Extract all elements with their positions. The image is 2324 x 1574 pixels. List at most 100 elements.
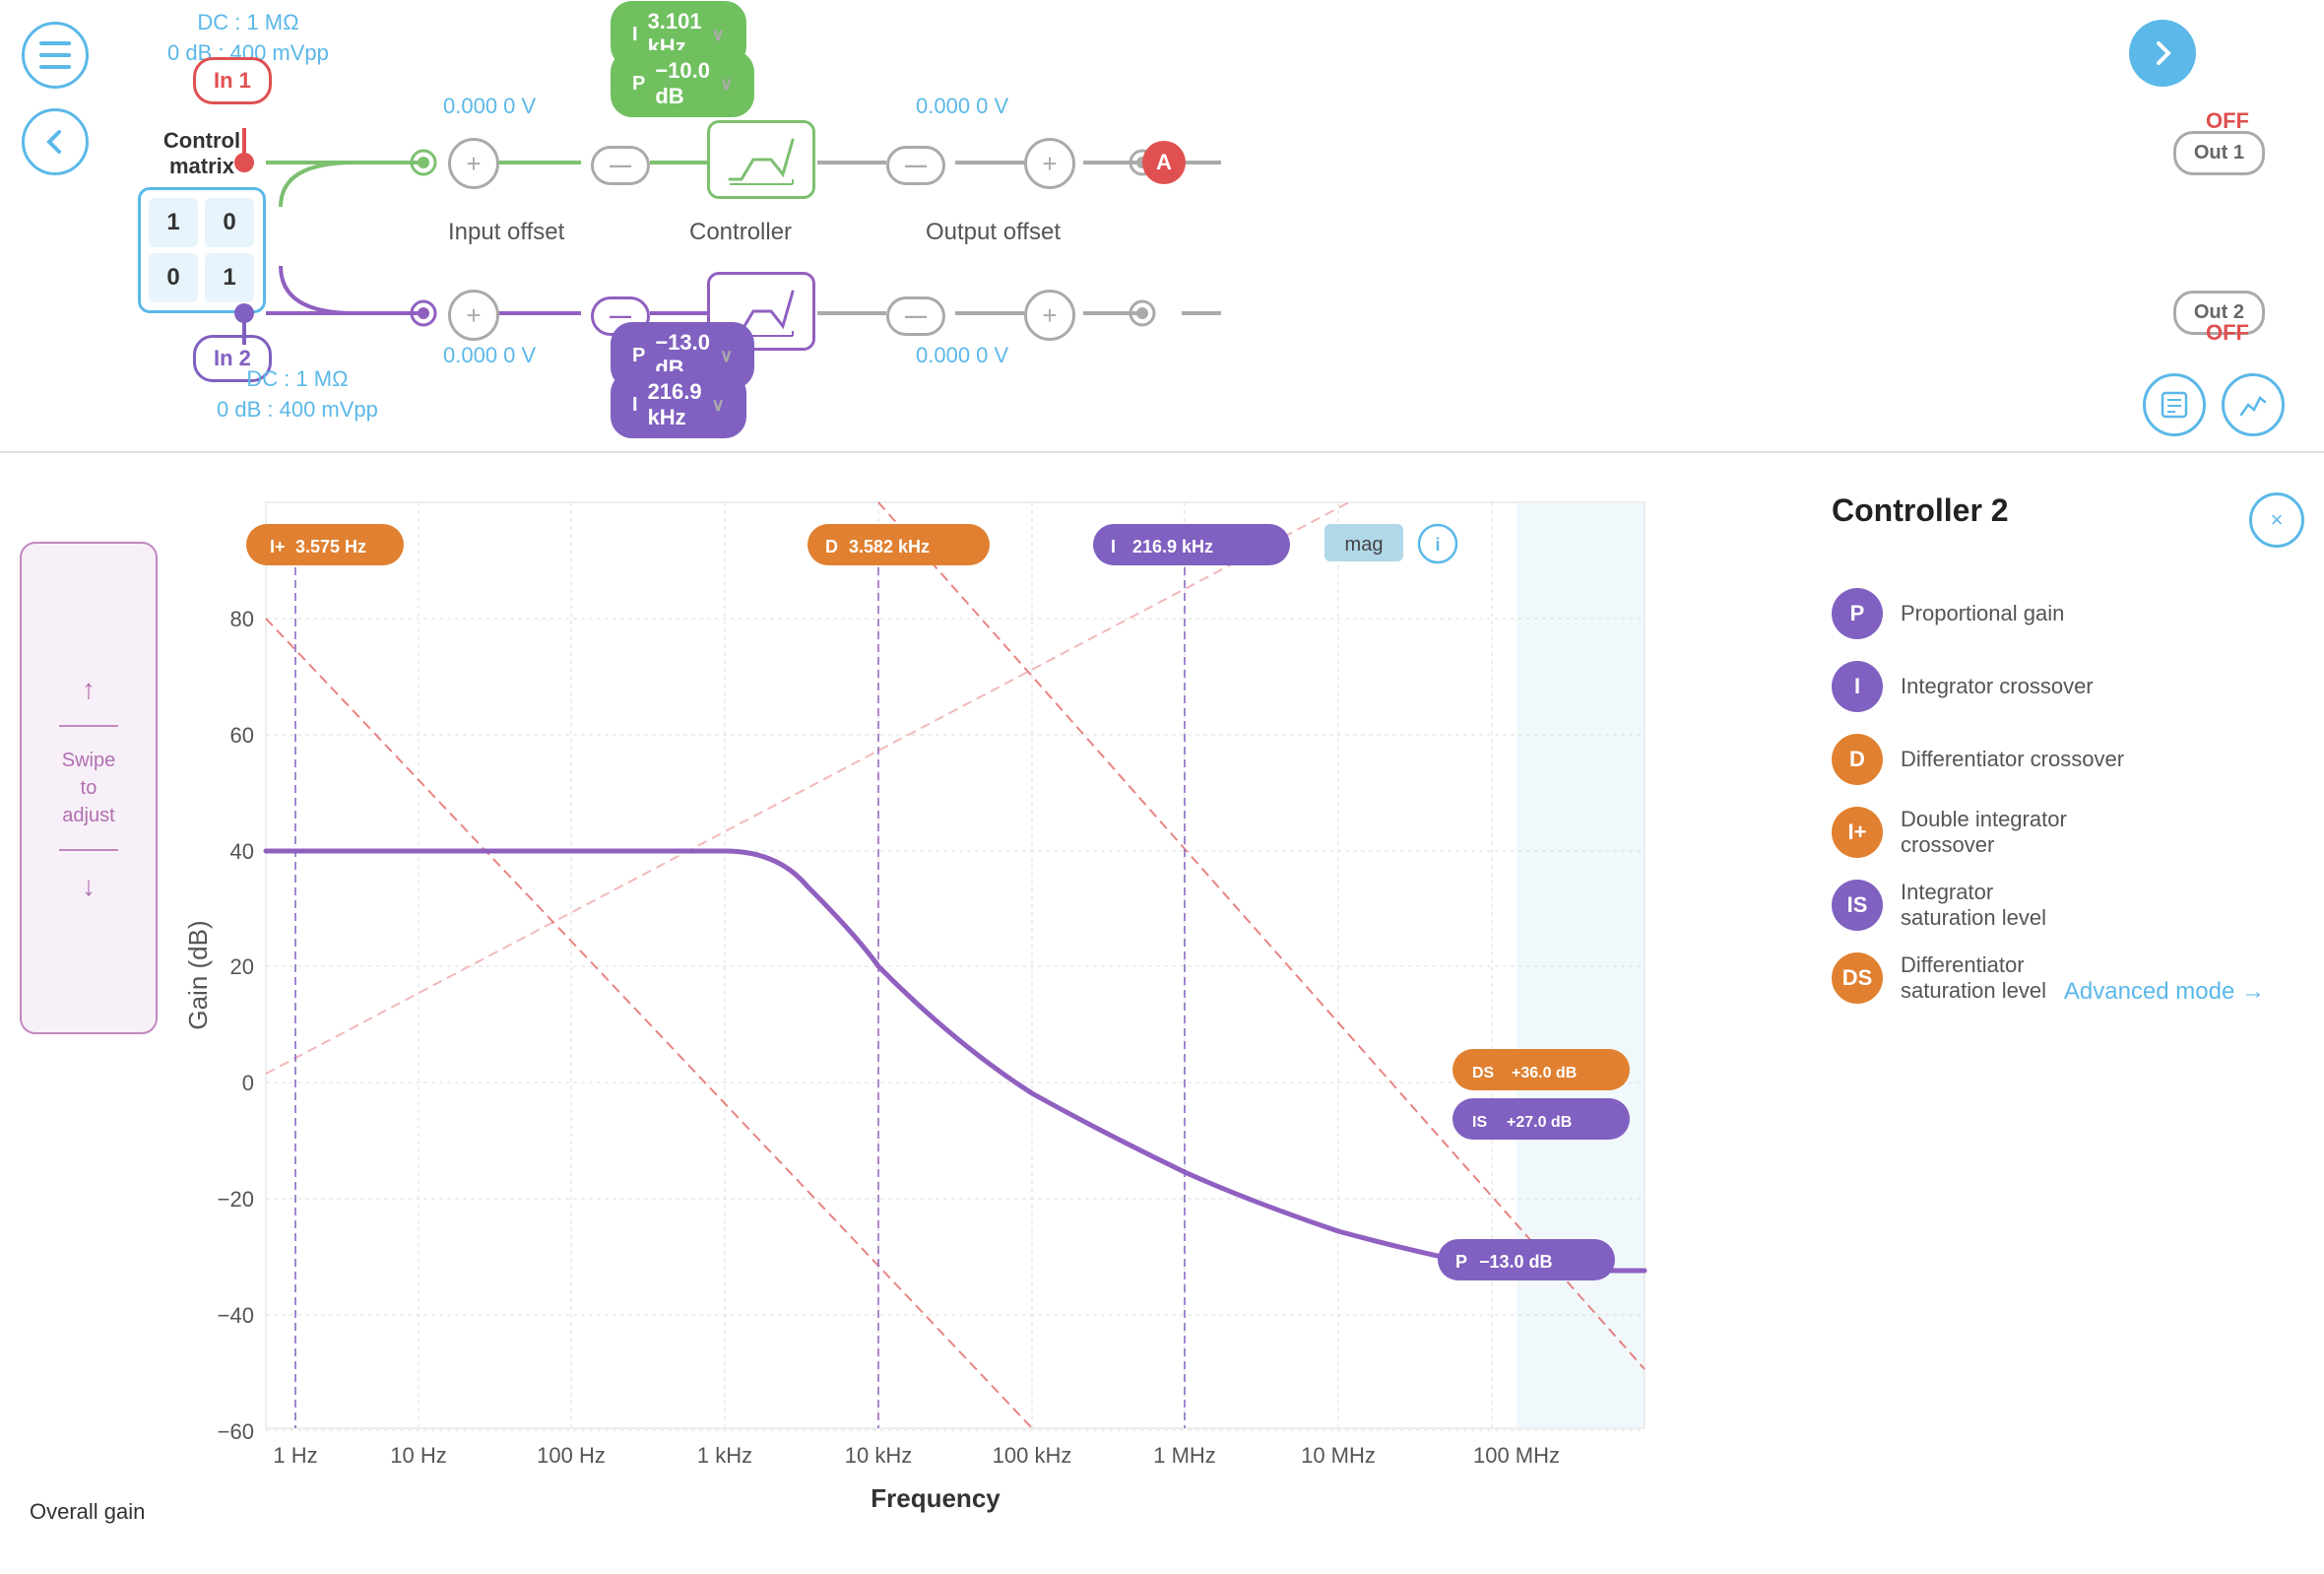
matrix-cell-10[interactable]: 0 [149,253,198,302]
matrix-box[interactable]: 1 0 0 1 [138,187,266,313]
minus-green[interactable]: — [591,146,650,185]
swipe-down-arrow[interactable]: ↓ [82,871,96,902]
svg-text:−13.0 dB: −13.0 dB [1479,1252,1553,1272]
advanced-mode-link[interactable]: Advanced mode → [2064,978,2265,1006]
legend-badge-d: D [1832,734,1883,785]
ch2-freq-dropdown[interactable]: ∨ [712,395,725,416]
swipe-up-arrow[interactable]: ↑ [82,674,96,705]
legend-text-is: Integratorsaturation level [1901,880,2046,931]
minus-output-purple[interactable]: — [886,296,945,336]
ch2-gain-row: × P −13.0 dB ∨ [611,343,623,368]
volt-input-bot: 0.000 0 V [443,343,536,368]
swipe-panel[interactable]: ↑ Swipe to adjust ↓ [20,542,158,1034]
svg-text:I: I [1111,537,1116,557]
bode-chart-svg: Gain (dB) 80 60 40 20 0 −20 −40 −60 1 Hz… [167,483,1841,1517]
ch2-freq-badge[interactable]: I 216.9 kHz ∨ [611,371,746,438]
svg-text:100 Hz: 100 Hz [537,1443,606,1468]
svg-text:−20: −20 [218,1187,254,1212]
svg-text:216.9 kHz: 216.9 kHz [1132,537,1213,557]
minus-output-green[interactable]: — [886,146,945,185]
controller-label: Controller [689,219,792,246]
svg-text:+27.0 dB: +27.0 dB [1507,1114,1572,1131]
svg-text:80: 80 [230,607,254,631]
out1-node[interactable]: Out 1 [2173,131,2265,175]
svg-text:10 kHz: 10 kHz [845,1443,912,1468]
legend-text-iplus: Double integratorcrossover [1901,807,2067,858]
ch1-gain-badge[interactable]: P −10.0 dB ∨ [611,50,754,117]
volt-input-top: 0.000 0 V [443,94,536,119]
matrix-cell-01[interactable]: 0 [205,198,254,247]
control-matrix-label: Controlmatrix [138,128,266,179]
dc-label-bottom: DC : 1 MΩ 0 dB : 400 mVpp [217,364,378,426]
in1-node[interactable]: In 1 [193,57,272,104]
bottom-panel: ↑ Swipe to adjust ↓ Overall gain [0,453,2324,1574]
legend-text-i: Integrator crossover [1901,674,2094,699]
ch1-gain-row: × P −10.0 dB ∨ [611,71,623,97]
ch2-freq-row: × I 216.9 kHz ∨ [611,392,623,418]
volt-output-bot: 0.000 0 V [916,343,1008,368]
adder-purple-1[interactable]: + [448,290,499,341]
svg-text:I+: I+ [270,537,286,557]
control-matrix: Controlmatrix 1 0 0 1 [138,128,266,313]
swipe-text: Swipe to adjust [62,747,115,829]
svg-text:i: i [1435,535,1440,555]
overall-gain-label: Overall gain [30,1499,145,1525]
svg-text:3.575 Hz: 3.575 Hz [295,537,366,557]
ch1-freq-dropdown[interactable]: ∨ [712,25,725,45]
svg-text:60: 60 [230,723,254,748]
svg-text:1 kHz: 1 kHz [697,1443,752,1468]
swipe-line-top [59,725,118,727]
svg-text:0: 0 [242,1071,254,1095]
swipe-line-bottom [59,849,118,851]
volt-output-top: 0.000 0 V [916,94,1008,119]
svg-text:100 kHz: 100 kHz [993,1443,1072,1468]
ch2-gain-dropdown[interactable]: ∨ [720,346,733,366]
legend-text-ds: Differentiatorsaturation level [1901,952,2046,1004]
matrix-cell-11[interactable]: 1 [205,253,254,302]
legend-item-is: IS Integratorsaturation level [1832,880,2304,931]
legend-item-p: P Proportional gain [1832,588,2304,639]
legend-text-d: Differentiator crossover [1901,747,2124,772]
svg-text:20: 20 [230,954,254,979]
legend-text-p: Proportional gain [1901,601,2064,626]
controller-green[interactable] [707,120,815,199]
svg-text:1 MHz: 1 MHz [1153,1443,1216,1468]
legend-badge-i: I [1832,661,1883,712]
svg-text:3.582 kHz: 3.582 kHz [849,537,930,557]
menu-button[interactable] [22,22,89,89]
svg-text:Frequency: Frequency [871,1483,1001,1513]
svg-text:10 MHz: 10 MHz [1301,1443,1376,1468]
off1-label: OFF [2206,108,2249,134]
adder-green-1[interactable]: + [448,138,499,189]
svg-text:DS: DS [1472,1065,1495,1082]
graph-button[interactable] [2222,373,2285,436]
svg-text:−60: −60 [218,1419,254,1444]
svg-text:+36.0 dB: +36.0 dB [1512,1065,1577,1082]
adder-output-green[interactable]: + [1024,138,1075,189]
svg-text:P: P [1455,1252,1467,1272]
ch1-freq-row: × I 3.101 kHz ∨ [611,22,623,47]
matrix-cell-00[interactable]: 1 [149,198,198,247]
ch1-gain-dropdown[interactable]: ∨ [720,74,733,95]
legend-badge-is: IS [1832,880,1883,931]
output-offset-label: Output offset [926,219,1061,246]
notes-button[interactable] [2143,373,2206,436]
controller-title: Controller 2 [1832,492,2304,529]
svg-text:1 Hz: 1 Hz [273,1443,317,1468]
adder-output-purple[interactable]: + [1024,290,1075,341]
back-button[interactable] [22,108,89,175]
svg-text:D: D [825,537,838,557]
svg-text:10 Hz: 10 Hz [390,1443,446,1468]
input-offset-label: Input offset [448,219,564,246]
legend-item-i: I Integrator crossover [1832,661,2304,712]
legend-close-button[interactable]: × [2249,492,2304,548]
legend-item-d: D Differentiator crossover [1832,734,2304,785]
legend-badge-iplus: I+ [1832,807,1883,858]
svg-text:Gain (dB): Gain (dB) [183,920,213,1029]
svg-text:100 MHz: 100 MHz [1473,1443,1560,1468]
a-circle[interactable]: A [1142,141,1186,184]
top-panel: DC : 1 MΩ 0 dB : 400 mVpp In 1 In 2 Out … [0,0,2324,453]
legend-panel: Controller 2 × P Proportional gain I Int… [1832,492,2304,1025]
next-button[interactable] [2129,20,2196,87]
legend-item-iplus: I+ Double integratorcrossover [1832,807,2304,858]
